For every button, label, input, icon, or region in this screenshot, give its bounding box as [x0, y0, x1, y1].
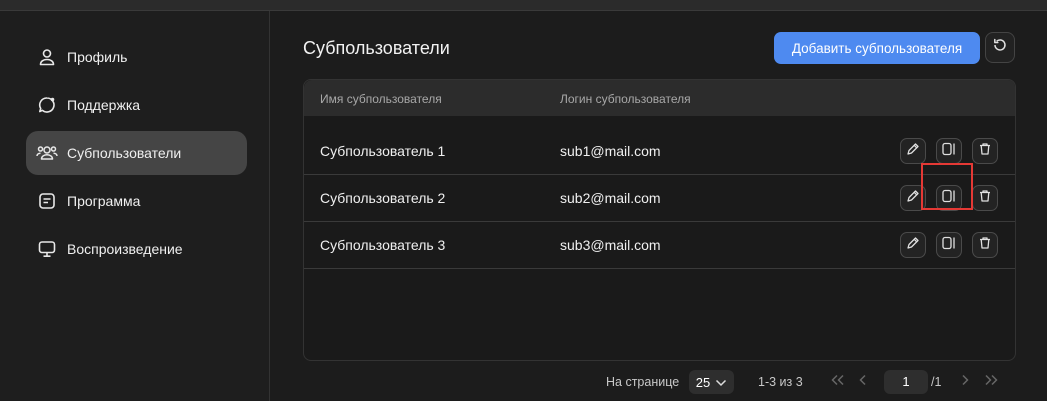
sidebar-item-label: Воспроизведение: [67, 241, 183, 257]
sidebar-item-label: Профиль: [67, 49, 128, 65]
panel-toggle-icon: [941, 189, 957, 208]
panel-toggle-icon: [941, 142, 957, 161]
chat-bubble-icon: [36, 94, 58, 116]
trash-icon: [978, 236, 992, 255]
delete-button[interactable]: [972, 185, 998, 211]
pencil-icon: [906, 189, 920, 208]
table-row: Субпользователь 1 sub1@mail.com: [304, 128, 1015, 175]
page-number-input[interactable]: 1: [884, 370, 928, 394]
sidebar-item-profile[interactable]: Профиль: [26, 35, 247, 79]
user-icon: [36, 46, 58, 68]
delete-button[interactable]: [972, 232, 998, 258]
refresh-button[interactable]: [985, 32, 1015, 63]
pencil-icon: [906, 236, 920, 255]
panel-toggle-icon: [941, 236, 957, 255]
program-list-icon: [36, 190, 58, 212]
sidebar-item-playback[interactable]: Воспроизведение: [26, 227, 247, 271]
toggle-panel-button[interactable]: [936, 232, 962, 258]
add-subuser-button[interactable]: Добавить субпользователя: [774, 32, 980, 64]
chevron-right-icon: [960, 373, 970, 391]
sidebar-item-label: Поддержка: [67, 97, 141, 113]
table-header: Имя субпользователя Логин субпользовател…: [304, 80, 1015, 116]
table-row: Субпользователь 3 sub3@mail.com: [304, 222, 1015, 269]
top-bar: [0, 0, 1047, 11]
delete-button[interactable]: [972, 138, 998, 164]
subuser-name: Субпользователь 2: [320, 190, 446, 206]
sidebar-item-support[interactable]: Поддержка: [26, 83, 247, 127]
subuser-name: Субпользователь 3: [320, 237, 446, 253]
main-content: Субпользователи Добавить субпользователя…: [271, 11, 1047, 401]
trash-icon: [978, 142, 992, 161]
per-page-label: На странице: [606, 375, 680, 389]
column-header-name: Имя субпользователя: [320, 92, 442, 106]
prev-page-button[interactable]: [853, 372, 873, 392]
users-group-icon: [36, 142, 58, 164]
next-page-button[interactable]: [955, 372, 975, 392]
pencil-icon: [906, 142, 920, 161]
subuser-login: sub2@mail.com: [560, 190, 661, 206]
table-row: Субпользователь 2 sub2@mail.com: [304, 175, 1015, 222]
per-page-value: 25: [695, 374, 711, 390]
trash-icon: [978, 189, 992, 208]
subuser-login: sub3@mail.com: [560, 237, 661, 253]
edit-button[interactable]: [900, 138, 926, 164]
first-page-button[interactable]: [828, 372, 848, 392]
page-title: Субпользователи: [303, 38, 450, 58]
range-text: 1-3 из 3: [758, 375, 803, 389]
toggle-panel-button[interactable]: [936, 185, 962, 211]
toggle-panel-button[interactable]: [936, 138, 962, 164]
sidebar: Профиль Поддержка Субпользователи Програ…: [0, 11, 270, 401]
subusers-table: Имя субпользователя Логин субпользовател…: [303, 79, 1016, 361]
sidebar-item-label: Программа: [67, 193, 141, 209]
total-pages: /1: [931, 375, 942, 389]
sidebar-item-program[interactable]: Программа: [26, 179, 247, 223]
double-chevron-left-icon: [830, 373, 846, 391]
sidebar-item-label: Субпользователи: [67, 145, 182, 161]
edit-button[interactable]: [900, 185, 926, 211]
chevron-left-icon: [858, 373, 868, 391]
subuser-login: sub1@mail.com: [560, 143, 661, 159]
edit-button[interactable]: [900, 232, 926, 258]
double-chevron-right-icon: [983, 373, 999, 391]
monitor-icon: [36, 238, 58, 260]
last-page-button[interactable]: [981, 372, 1001, 392]
subuser-name: Субпользователь 1: [320, 143, 446, 159]
refresh-icon: [992, 37, 1008, 58]
per-page-select[interactable]: 25: [689, 370, 734, 394]
column-header-login: Логин субпользователя: [560, 92, 691, 106]
chevron-down-icon: [715, 375, 727, 390]
sidebar-item-subusers[interactable]: Субпользователи: [26, 131, 247, 175]
